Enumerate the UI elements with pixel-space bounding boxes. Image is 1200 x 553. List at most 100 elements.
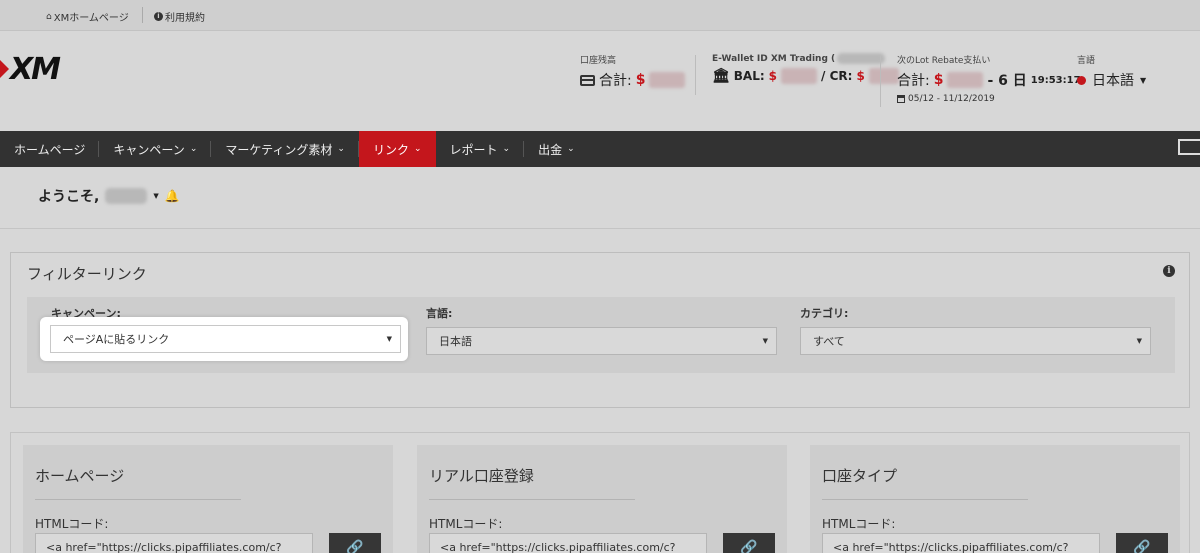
nav-item-campaign[interactable]: キャンペーン ⌄ (99, 131, 212, 167)
bal-prefix: BAL: (733, 69, 765, 83)
caret-down-icon: ▼ (762, 337, 768, 345)
logo-text: XM (10, 51, 61, 87)
header-divider (695, 55, 696, 95)
info-icon[interactable]: i (1163, 265, 1175, 277)
rebate-period: 05/12 - 11/12/2019 (897, 94, 1081, 104)
rebate-period-text: 05/12 - 11/12/2019 (908, 94, 995, 104)
nav-item-label: キャンペーン (113, 142, 185, 157)
html-code-field[interactable]: <a href="https://clicks.pipaffiliates.co… (35, 533, 313, 553)
nav-item-label: マーケティング素材 (225, 142, 333, 157)
language-selector[interactable]: 日本語 ▼ (1077, 70, 1146, 90)
html-code-field[interactable]: <a href="https://clicks.pipaffiliates.co… (429, 533, 707, 553)
card-divider (429, 499, 635, 500)
balance-block: 口座残高 合計: $ (580, 53, 686, 90)
card-icon (580, 74, 595, 86)
card-title: ホームページ (35, 467, 125, 485)
divider (0, 228, 1200, 229)
language-select[interactable]: 日本語 ▼ (426, 327, 777, 355)
campaign-select-highlight: ページAに貼るリンク ▼ (40, 317, 408, 361)
nav-item-links[interactable]: リンク ⌄ (358, 131, 436, 167)
caret-down-icon: ▼ (386, 335, 392, 343)
category-select[interactable]: すべて ▼ (800, 327, 1151, 355)
link-card: ホームページ HTMLコード: <a href="https://clicks.… (23, 445, 393, 553)
rebate-label: 次のLot Rebate支払い (897, 56, 991, 66)
rebate-block: 次のLot Rebate支払い 合計: $ - 6 日 19:53:17 05/… (897, 53, 1081, 104)
caret-down-icon: ▼ (1140, 75, 1147, 85)
category-label: カテゴリ: (800, 307, 849, 320)
nav-item-home[interactable]: ホームページ (0, 131, 100, 167)
language-value: 日本語 (1092, 73, 1134, 89)
main-nav: ホームページ キャンペーン ⌄ マーケティング素材 ⌄ リンク ⌄ レポート ⌄ 出金 ⌄ (0, 131, 1200, 167)
language-field: 言語: 日本語 ▼ (426, 305, 777, 355)
caret-down-icon: ▼ (1136, 337, 1142, 345)
language-select-value: 日本語 (439, 335, 472, 348)
copy-link-button[interactable]: 🔗 (329, 533, 381, 553)
copy-link-button[interactable]: 🔗 (723, 533, 775, 553)
ewallet-label-text: E-Wallet ID XM Trading ( (712, 53, 836, 64)
card-title: リアル口座登録 (429, 467, 534, 485)
cr-prefix: / CR: (821, 69, 853, 83)
balance-value: 合計: $ (580, 70, 686, 90)
chevron-down-icon: ⌄ (413, 144, 422, 154)
card-divider (35, 499, 241, 500)
japan-flag-icon (1077, 75, 1086, 85)
header: XM 口座残高 合計: $ E-Wallet ID XM Trading ( 🏛… (0, 31, 1200, 131)
code-label: HTMLコード: (822, 517, 896, 531)
language-block: 言語 日本語 ▼ (1077, 53, 1146, 90)
mail-icon[interactable] (1178, 139, 1200, 155)
code-label: HTMLコード: (429, 517, 503, 531)
link-icon: 🔗 (1133, 540, 1151, 553)
cr-currency: $ (856, 69, 865, 83)
filter-title: フィルターリンク (27, 265, 147, 283)
language-label: 言語 (1077, 56, 1096, 66)
nav-item-withdrawal[interactable]: 出金 ⌄ (524, 131, 589, 167)
countdown-time: 19:53:17 (1030, 74, 1081, 86)
html-code-field[interactable]: <a href="https://clicks.pipaffiliates.co… (822, 533, 1100, 553)
welcome-bar: ようこそ, ▼ 🔔 (38, 186, 180, 206)
bank-icon: 🏛 (712, 68, 730, 84)
bell-icon[interactable]: 🔔 (165, 189, 180, 203)
copy-link-button[interactable]: 🔗 (1116, 533, 1168, 553)
utility-bar: ⌂ XMホームページ i 利用規約 (0, 0, 1200, 31)
nav-item-label: 出金 (538, 142, 563, 157)
chevron-down-icon: ⌄ (502, 144, 511, 154)
username-redacted (105, 188, 148, 204)
language-filter-label: 言語: (426, 307, 453, 320)
link-card: リアル口座登録 HTMLコード: <a href="https://clicks… (417, 445, 787, 553)
card-divider (822, 499, 1028, 500)
rebate-currency: $ (933, 72, 944, 88)
campaign-select[interactable]: ページAに貼るリンク ▼ (50, 325, 401, 353)
xm-logo[interactable]: XM (0, 51, 61, 87)
nav-item-label: ホームページ (14, 142, 86, 157)
user-menu-caret-icon[interactable]: ▼ (153, 192, 158, 200)
logo-mark (0, 60, 9, 78)
rebate-redacted (947, 72, 984, 88)
home-link[interactable]: ⌂ XMホームページ (46, 9, 129, 25)
terms-link-label: 利用規約 (165, 13, 205, 24)
home-link-label: XMホームページ (53, 13, 129, 24)
balance-redacted (649, 72, 686, 88)
links-panel: ホームページ HTMLコード: <a href="https://clicks.… (10, 432, 1190, 553)
nav-item-label: リンク (372, 142, 409, 157)
nav-item-reports[interactable]: レポート ⌄ (436, 131, 525, 167)
rebate-value: 合計: $ - 6 日 19:53:17 (897, 70, 1081, 90)
ewallet-label: E-Wallet ID XM Trading ( (712, 53, 899, 64)
nav-item-marketing[interactable]: マーケティング素材 ⌄ (211, 131, 359, 167)
welcome-text: ようこそ, (38, 189, 100, 205)
cr-redacted (868, 68, 899, 84)
link-icon: 🔗 (346, 540, 364, 553)
countdown-days: - 6 日 (987, 73, 1027, 89)
bal-redacted (781, 68, 818, 84)
link-icon: 🔗 (740, 540, 758, 553)
header-divider (880, 55, 881, 107)
ewallet-block: E-Wallet ID XM Trading ( 🏛 BAL: $ / CR: … (712, 53, 899, 84)
utility-divider (142, 7, 143, 23)
ewallet-id-redacted (837, 53, 886, 64)
home-icon: ⌂ (46, 11, 52, 22)
nav-item-label: レポート (449, 142, 498, 157)
campaign-select-value: ページAに貼るリンク (63, 333, 170, 346)
rebate-prefix: 合計: (897, 73, 930, 89)
terms-link[interactable]: i 利用規約 (154, 9, 205, 24)
balance-currency: $ (635, 72, 646, 88)
code-label: HTMLコード: (35, 517, 109, 531)
